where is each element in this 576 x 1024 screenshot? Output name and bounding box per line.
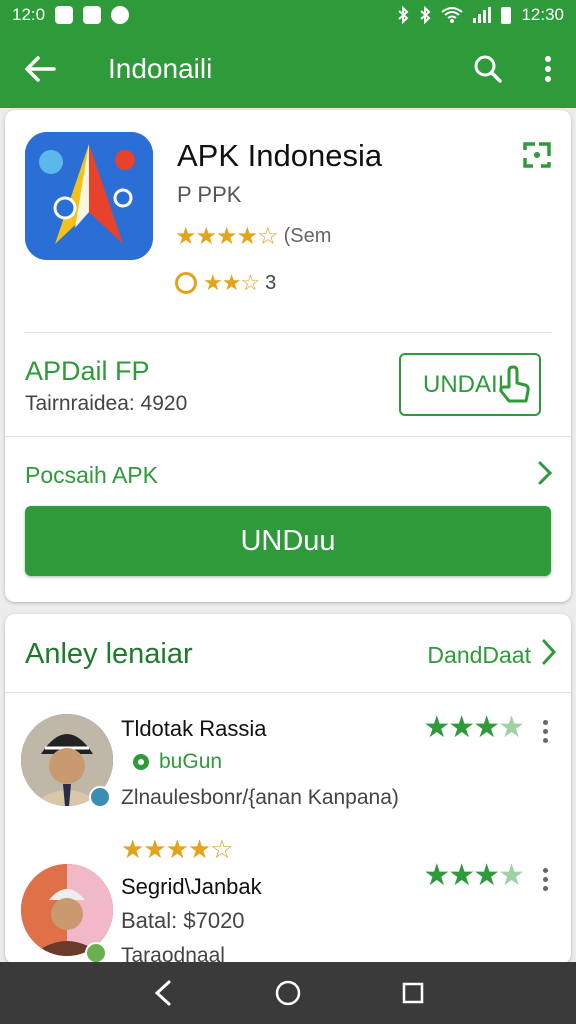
review-more-button[interactable] xyxy=(543,868,549,895)
bluetooth-icon xyxy=(398,6,409,24)
badge-icon xyxy=(133,754,149,770)
review-sub: buGun xyxy=(131,750,222,774)
review-sub: Batal: $7020 xyxy=(121,908,245,933)
reviews-more-chevron[interactable] xyxy=(541,638,557,671)
chevron-right-icon xyxy=(542,639,557,665)
reviews-section-title: Anley lenaiar xyxy=(25,638,193,670)
review-description: Taraodnaal xyxy=(121,944,225,964)
undai-button-label: UNDAII xyxy=(423,370,505,398)
review-top-stars: ★★★★☆ xyxy=(121,834,234,864)
review-description: Zlnaulesbonr/{anan Kanpana) xyxy=(121,786,399,809)
vibrate-icon xyxy=(420,6,431,24)
nav-back-button[interactable] xyxy=(143,973,183,1013)
info-circle-icon xyxy=(175,272,197,294)
app-developer: P PPK xyxy=(177,182,242,207)
status-time-right: 12:30 xyxy=(521,5,564,24)
sub-rating: ★★☆ 3 xyxy=(175,270,276,296)
hand-pointer-icon xyxy=(497,365,531,412)
review-author: Tldotak Rassia xyxy=(121,716,267,741)
review-item: Tldotak Rassia buGun Zlnaulesbonr/{anan … xyxy=(5,711,571,822)
undai-button[interactable]: UNDAII xyxy=(399,353,541,416)
review-stars: ★★★★ xyxy=(423,859,525,892)
notification-icon xyxy=(55,6,74,24)
share-button[interactable] xyxy=(521,138,553,175)
nav-home-icon xyxy=(275,980,301,1006)
sub-rating-count: 3 xyxy=(265,271,277,294)
sub-rating-stars: ★★☆ xyxy=(203,270,260,295)
leaf-notification-icon xyxy=(111,6,130,24)
rating-stars: ★★★★☆ xyxy=(175,223,279,250)
reviews-card: Anley lenaiar DandDaat Tldotak Rassia bu… xyxy=(5,614,571,964)
nav-recents-icon xyxy=(403,982,424,1004)
review-author: Segrid\Janbak xyxy=(121,874,262,899)
nav-back-icon xyxy=(154,980,171,1006)
info-size: Tairnraidea: 4920 xyxy=(25,392,188,415)
review-item: ★★★★☆ Segrid\Janbak Batal: $7020 Taraodn… xyxy=(5,834,571,964)
chevron-right-icon xyxy=(538,461,553,485)
nav-home-button[interactable] xyxy=(268,973,308,1013)
download-chevron[interactable] xyxy=(537,460,553,491)
search-button[interactable] xyxy=(456,30,520,108)
battery-icon xyxy=(501,6,512,24)
download-button[interactable]: UNDuu xyxy=(25,506,551,576)
app-icon xyxy=(25,132,153,260)
app-rating: ★★★★☆ (Sem xyxy=(175,222,331,251)
system-nav-bar xyxy=(0,962,576,1024)
app-name: APK Indonesia xyxy=(177,138,383,173)
back-arrow-icon xyxy=(25,56,56,82)
share-icon xyxy=(523,142,551,168)
app-bar-title: Indonaili xyxy=(108,53,213,84)
review-stars: ★★★★ xyxy=(423,711,525,744)
reviews-more-link[interactable]: DandDaat xyxy=(427,642,531,669)
review-more-button[interactable] xyxy=(543,720,549,747)
rating-label: (Sem xyxy=(283,225,332,247)
info-title: APDail FP xyxy=(25,356,150,386)
more-vert-icon xyxy=(545,56,551,82)
nav-recents-button[interactable] xyxy=(393,973,433,1013)
download-apk-link[interactable]: Pocsaih APK xyxy=(25,462,158,489)
divider xyxy=(5,436,571,437)
more-options-button[interactable] xyxy=(520,30,576,108)
review-sub-text: buGun xyxy=(159,750,223,773)
app-detail-card: APK Indonesia P PPK ★★★★☆ (Sem ★★☆ 3 APD… xyxy=(5,110,571,602)
wifi-icon xyxy=(441,7,464,23)
status-bar: 12:0 12:30 xyxy=(0,0,576,30)
back-button[interactable] xyxy=(0,30,80,108)
signal-icon xyxy=(473,7,492,23)
app-notification-icon xyxy=(83,6,102,24)
divider xyxy=(25,332,551,333)
search-icon xyxy=(474,55,502,83)
verified-badge-icon xyxy=(85,942,107,964)
divider xyxy=(5,692,571,693)
status-time-left: 12:0 xyxy=(12,5,46,24)
verified-badge-icon xyxy=(89,786,111,808)
app-bar: Indonaili xyxy=(0,30,576,108)
